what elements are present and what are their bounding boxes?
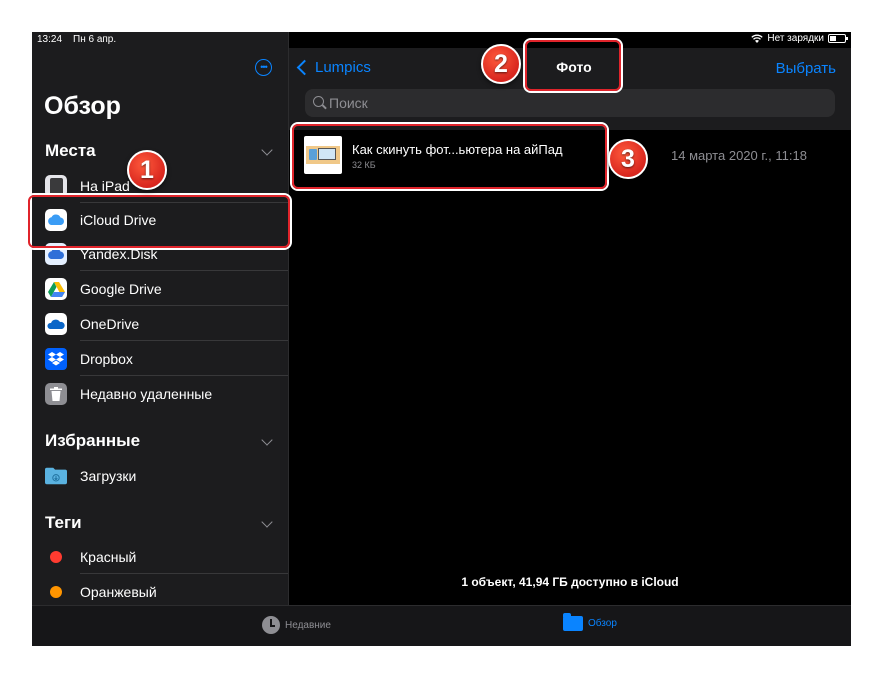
sidebar-title: Обзор [44,92,121,120]
sidebar-item-tag-orange[interactable]: Оранжевый [32,575,288,609]
downloads-folder-icon [45,465,67,487]
sidebar-item-label: На iPad [80,178,130,194]
chevron-down-icon[interactable] [261,144,273,156]
google-drive-icon [45,278,67,300]
sidebar-item-dropbox[interactable]: Dropbox [32,342,288,376]
dropbox-icon [45,348,67,370]
status-date: Пн 6 апр. [73,34,117,45]
sidebar-item-label: Красный [80,549,137,565]
more-options-icon[interactable]: ••• [255,59,272,76]
search-placeholder: Поиск [329,95,368,111]
red-tag-icon [50,551,62,563]
status-time: 13:24 [37,34,63,45]
tab-recents-label: Недавние [285,619,331,631]
tab-browse[interactable]: Обзор [563,613,617,631]
step-badge-1: 1 [127,150,167,190]
section-places-title: Места [45,141,96,160]
back-button-label: Lumpics [315,59,371,76]
tab-bar: Недавние Обзор [32,605,851,646]
sidebar-item-label: Недавно удаленные [80,386,213,402]
tab-browse-label: Обзор [588,618,617,629]
sidebar-item-label: Yandex.Disk [80,246,158,262]
battery-status-text: Нет зарядки [767,33,824,44]
clock-icon [262,616,280,634]
highlight-file [292,124,607,189]
step-badge-2: 2 [481,44,521,84]
sidebar: ••• Обзор Места На iPad iCloud Drive Yan… [32,32,288,605]
sidebar-item-downloads[interactable]: Загрузки [32,459,288,493]
search-field[interactable]: Поиск [305,89,835,117]
highlight-icloud-drive [28,195,290,248]
wifi-icon [751,34,764,43]
back-button[interactable]: Lumpics [296,59,371,76]
sidebar-item-label: Google Drive [80,281,162,297]
tab-recents[interactable]: Недавние [262,616,331,634]
chevron-down-icon[interactable] [261,516,273,528]
ipad-icon [45,175,67,197]
sidebar-item-label: Загрузки [80,468,137,484]
file-date: 14 марта 2020 г., 11:18 [671,148,807,163]
sidebar-item-label: Dropbox [80,351,133,367]
battery-icon [828,34,848,43]
search-icon [313,96,324,107]
sidebar-item-tag-red[interactable]: Красный [32,540,288,574]
sidebar-item-recently-deleted[interactable]: Недавно удаленные [32,377,288,411]
sidebar-item-onedrive[interactable]: OneDrive [32,307,288,341]
select-button[interactable]: Выбрать [776,60,836,77]
step-badge-3: 3 [608,139,648,179]
section-favorites-title: Избранные [45,431,141,450]
storage-info: 1 объект, 41,94 ГБ доступно в iCloud [461,575,679,589]
highlight-title [525,40,621,91]
folder-icon [563,613,583,631]
chevron-left-icon [296,59,313,76]
sidebar-item-google-drive[interactable]: Google Drive [32,272,288,306]
sidebar-item-label: OneDrive [80,316,140,332]
sidebar-item-label: Оранжевый [80,584,157,600]
chevron-down-icon[interactable] [261,434,273,446]
section-tags-title: Теги [45,513,82,532]
status-bar: 13:24 Пн 6 апр. Нет зарядки [32,32,851,48]
onedrive-icon [45,313,67,335]
trash-icon [45,383,67,405]
orange-tag-icon [50,586,62,598]
